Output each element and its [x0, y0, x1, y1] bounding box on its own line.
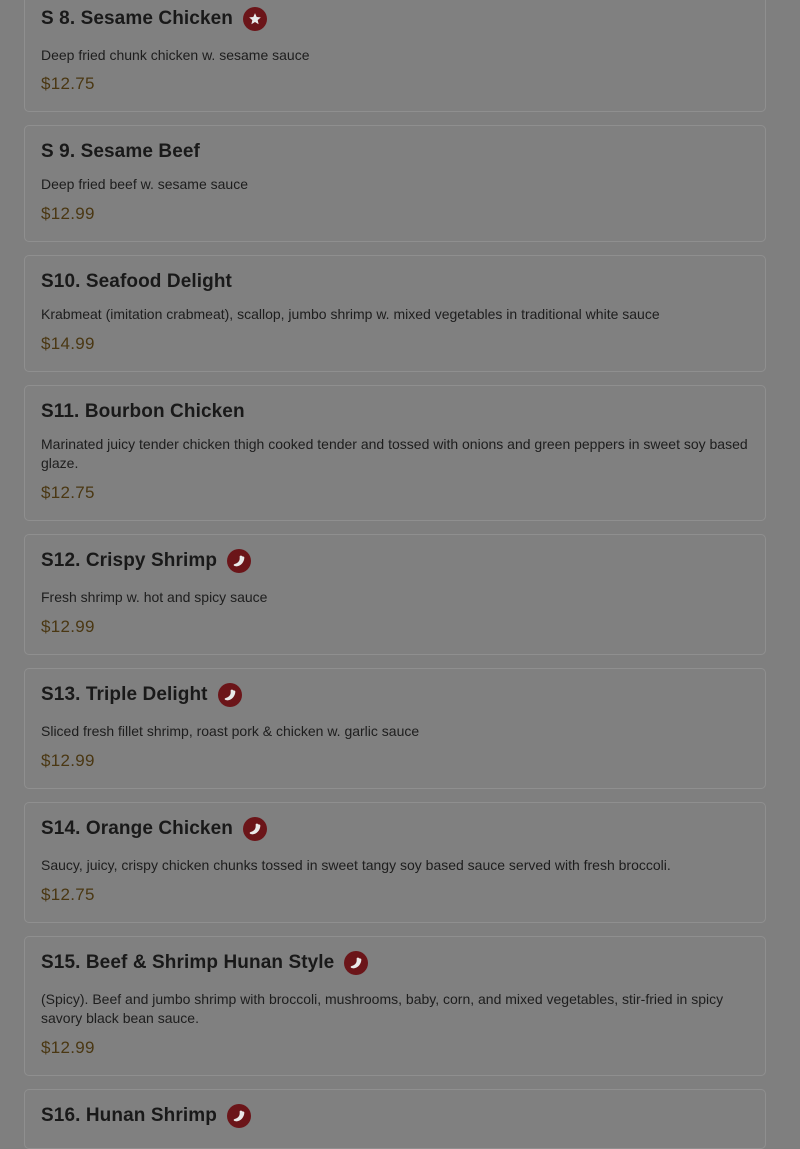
menu-item-description: Saucy, juicy, crispy chicken chunks toss…	[41, 857, 671, 873]
menu-item-header: S16. Hunan Shrimp	[41, 1104, 251, 1128]
menu-item-name: S15. Beef & Shrimp Hunan Style	[41, 952, 335, 973]
menu-item-header: S15. Beef & Shrimp Hunan Style	[41, 951, 369, 975]
menu-item-description: Krabmeat (imitation crabmeat), scallop, …	[41, 306, 660, 322]
chili-pepper-icon	[344, 951, 369, 975]
menu-item-name: S11. Bourbon Chicken	[41, 401, 245, 422]
menu-item-name: S 8. Sesame Chicken	[41, 8, 234, 29]
menu-item-name: S13. Triple Delight	[41, 684, 208, 705]
menu-item-description: Deep fried chunk chicken w. sesame sauce	[41, 47, 310, 63]
menu-item-name: S14. Orange Chicken	[41, 818, 233, 839]
chili-pepper-icon	[242, 817, 267, 841]
menu-item-description: Deep fried beef w. sesame sauce	[41, 176, 249, 192]
menu-item-card[interactable]: S13. Triple Delight Sliced fresh fillet …	[24, 668, 766, 789]
menu-item-card[interactable]: S10. Seafood Delight Krabmeat (imitation…	[24, 255, 766, 372]
menu-item-price: $12.75	[41, 483, 95, 502]
menu-item-header: S11. Bourbon Chicken	[41, 401, 245, 423]
menu-item-price: $12.99	[41, 751, 95, 770]
chili-pepper-icon	[226, 1104, 251, 1128]
menu-item-header: S10. Seafood Delight	[41, 271, 232, 293]
menu-item-description: Sliced fresh fillet shrimp, roast pork &…	[41, 723, 420, 739]
menu-item-card[interactable]: S 9. Sesame Beef Deep fried beef w. sesa…	[24, 125, 766, 242]
menu-item-description: (Spicy). Beef and jumbo shrimp with broc…	[41, 991, 724, 1026]
menu-item-card[interactable]: S15. Beef & Shrimp Hunan Style (Spicy). …	[24, 936, 766, 1076]
menu-item-name: S16. Hunan Shrimp	[41, 1105, 217, 1126]
menu-item-price: $12.99	[41, 1038, 95, 1057]
menu-item-header: S14. Orange Chicken	[41, 817, 267, 841]
menu-item-header: S 9. Sesame Beef	[41, 141, 200, 163]
menu-item-card[interactable]: S12. Crispy Shrimp Fresh shrimp w. hot a…	[24, 534, 766, 655]
menu-item-card[interactable]: S16. Hunan Shrimp	[24, 1089, 766, 1149]
menu-item-price: $12.99	[41, 204, 95, 223]
menu-item-name: S 9. Sesame Beef	[41, 141, 200, 162]
menu-item-price: $12.75	[41, 74, 95, 93]
menu-item-header: S12. Crispy Shrimp	[41, 549, 252, 573]
menu-item-price: $12.99	[41, 617, 95, 636]
menu-item-card[interactable]: S14. Orange Chicken Saucy, juicy, crispy…	[24, 802, 766, 923]
menu-item-name: S12. Crispy Shrimp	[41, 550, 218, 571]
menu-item-price: $14.99	[41, 334, 95, 353]
chili-pepper-icon	[217, 683, 242, 707]
star-icon	[243, 7, 268, 31]
menu-item-header: S13. Triple Delight	[41, 683, 242, 707]
menu-item-description: Marinated juicy tender chicken thigh coo…	[41, 436, 748, 471]
menu-item-description: Fresh shrimp w. hot and spicy sauce	[41, 589, 268, 605]
chili-pepper-icon	[227, 549, 252, 573]
menu-item-price: $12.75	[41, 885, 95, 904]
menu-item-card[interactable]: S11. Bourbon Chicken Marinated juicy ten…	[24, 385, 766, 521]
menu-item-card[interactable]: S 8. Sesame Chicken Deep fried chunk chi…	[24, 0, 766, 112]
menu-item-header: S 8. Sesame Chicken	[41, 7, 268, 31]
menu-item-name: S10. Seafood Delight	[41, 271, 232, 292]
